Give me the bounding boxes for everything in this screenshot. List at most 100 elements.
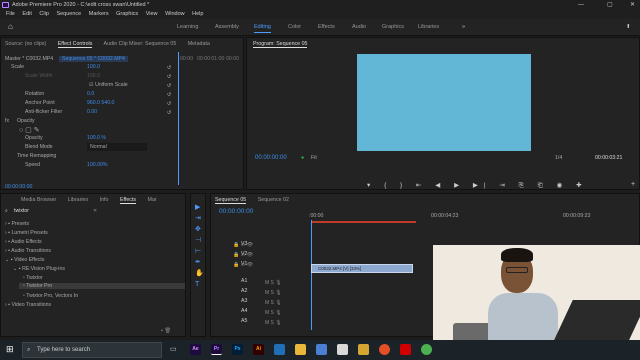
ec-playhead[interactable] [178, 52, 179, 185]
ec-timecode[interactable]: 00:00:00:00 [5, 184, 32, 190]
param-rotation-value[interactable]: 0.0 [87, 91, 94, 97]
new-bin-icon[interactable]: ▪ 🗑 [161, 328, 171, 334]
tab-effects[interactable]: Effects [119, 197, 137, 204]
effects-tree-item[interactable]: › ▪ Audio Effects [5, 239, 42, 245]
tab-media-browser[interactable]: Media Browser [21, 197, 56, 203]
presenter-hair [501, 248, 533, 262]
tab-source[interactable]: Source: (no clips) [5, 41, 46, 47]
tool-icons[interactable]: ▶ ⇥ ✥ ⊣ ⊢ ✒ ✋ T [195, 202, 204, 290]
tab-audio-clip-mixer[interactable]: Audio Clip Mixer: Sequence 05 [104, 41, 177, 47]
tab-sequence-02[interactable]: Sequence 02 [258, 197, 289, 203]
workspace-color[interactable]: Color [288, 24, 301, 30]
sequence-clip-label[interactable]: Sequence 05 * C0032.MP4 [59, 56, 128, 62]
audio-track-controls[interactable]: M S 🎙 M S 🎙 M S 🎙 M S 🎙 M S 🎙 [265, 278, 282, 328]
timeline-playhead[interactable] [311, 220, 312, 330]
workspace-audio[interactable]: Audio [352, 24, 366, 30]
effects-tree-item[interactable]: › ▪ Presets [5, 221, 29, 227]
task-view-icon[interactable]: ▭ [170, 345, 177, 353]
folder-icon[interactable] [358, 344, 369, 355]
menu-edit[interactable]: Edit [22, 11, 31, 17]
timeline-ruler-end: 00:00:09:23 [563, 213, 591, 219]
workspace-assembly[interactable]: Assembly [215, 24, 239, 30]
explorer-icon[interactable] [295, 344, 306, 355]
edge-icon[interactable] [274, 344, 285, 355]
tab-effect-controls[interactable]: Effect Controls [57, 41, 93, 48]
menu-markers[interactable]: Markers [89, 11, 109, 17]
workspace-learning[interactable]: Learning [177, 24, 198, 30]
tab-metadata[interactable]: Metadata [188, 41, 210, 47]
effects-tree-item[interactable]: ⌄ ▪ Video Effects [5, 257, 44, 263]
uniform-scale-checkbox[interactable]: ☑ Uniform Scale [89, 82, 128, 88]
menu-view[interactable]: View [146, 11, 158, 17]
tab-libraries[interactable]: Libraries [68, 197, 88, 203]
track-v1-label: V1 [241, 261, 248, 267]
tab-info[interactable]: Info [100, 197, 109, 203]
time-remapping-section[interactable]: Time Remapping [17, 153, 56, 159]
transport-controls[interactable]: ▾ { } ⇤ ◀ ▶ ▶| ⇥ ⎘ ⎗ ◉ ✚ [367, 181, 588, 190]
windows-start-icon[interactable]: ⊞ [6, 344, 14, 355]
photoshop-icon[interactable]: Ps [232, 344, 243, 355]
premiere-icon[interactable]: Pr [211, 344, 222, 355]
master-clip-label[interactable]: Master * C0032.MP4 [5, 56, 53, 62]
presenter-video-overlay [433, 245, 640, 340]
effects-tree-item[interactable]: › ▪ Audio Transitions [5, 248, 51, 254]
resolution-select[interactable]: 1/4 [555, 155, 562, 161]
effect-controls-panel: Source: (no clips) Effect Controls Audio… [0, 37, 244, 190]
menu-file[interactable]: File [6, 11, 15, 17]
menu-help[interactable]: Help [192, 11, 203, 17]
reset-icons[interactable]: ↺ ↺ ↺ ↺ ↺ ↺ [167, 64, 171, 118]
workspace-libraries[interactable]: Libraries [418, 24, 439, 30]
tree-label: Audio Effects [11, 239, 42, 245]
workspace-effects[interactable]: Effects [318, 24, 335, 30]
video-clip[interactable]: C0032.MP4 [V] [33%] [311, 264, 413, 273]
close-icon[interactable]: ✕ [630, 0, 635, 10]
menu-clip[interactable]: Clip [39, 11, 48, 17]
fit-select[interactable]: Fit [311, 155, 317, 161]
netflix-icon[interactable] [400, 344, 411, 355]
firefox-icon[interactable] [379, 344, 390, 355]
illustrator-icon[interactable]: Ai [253, 344, 264, 355]
tab-sequence-05[interactable]: Sequence 05 [215, 197, 247, 204]
speed-value[interactable]: 100.00% [87, 162, 107, 168]
menu-window[interactable]: Window [165, 11, 185, 17]
param-scale-value[interactable]: 100.0 [87, 64, 100, 70]
effects-tree-item[interactable]: › ▪ Video Transitions [5, 302, 51, 308]
clear-search-icon[interactable]: ✕ [93, 208, 97, 214]
param-rotation: Rotation [25, 91, 45, 97]
store-icon[interactable] [316, 344, 327, 355]
tree-label: RE:Vision Plug-ins [22, 266, 65, 272]
share-icon[interactable]: ⬆ [626, 24, 631, 30]
mask-tools-icon[interactable]: ○ ▢ ✎ [19, 126, 40, 134]
ruler-mid: 00:00:01:00 [197, 56, 225, 62]
app-icon[interactable] [337, 344, 348, 355]
taskbar-search-input[interactable]: ⌕ Type here to search [22, 342, 162, 358]
opacity-value[interactable]: 100.0 % [87, 135, 106, 141]
chrome-icon[interactable] [421, 344, 432, 355]
blend-mode-select[interactable]: Normal [87, 143, 147, 151]
opacity-section[interactable]: Opacity [17, 118, 35, 124]
add-button-icon[interactable]: + [631, 181, 635, 188]
timeline-timecode[interactable]: 00:00:00:00 [219, 208, 253, 215]
more-workspaces-icon[interactable]: » [462, 24, 465, 30]
param-antiflicker-value[interactable]: 0.00 [87, 109, 97, 115]
effects-tree-item-selected[interactable]: ▫ Twixtor Pro [19, 283, 185, 289]
effects-tree-item[interactable]: ⌄ ▪ RE:Vision Plug-ins [13, 266, 65, 272]
effects-search-input[interactable]: twixtor [14, 208, 92, 214]
program-title[interactable]: Program: Sequence 05 [253, 41, 308, 48]
tab-markers[interactable]: Mar [148, 197, 157, 203]
minimize-icon[interactable]: — [578, 0, 584, 10]
maximize-icon[interactable]: ▢ [607, 0, 613, 10]
green-dot-icon: ● [301, 155, 305, 161]
param-anchor-value[interactable]: 960.0 540.0 [87, 100, 114, 106]
menu-graphics[interactable]: Graphics [116, 11, 138, 17]
workspace-editing[interactable]: Editing [254, 24, 271, 33]
program-timecode[interactable]: 00:00:00:00 [255, 155, 287, 161]
home-icon[interactable]: ⌂ [8, 22, 13, 31]
after-effects-icon[interactable]: Ae [190, 344, 201, 355]
effects-tree-item[interactable]: › ▪ Lumetri Presets [5, 230, 48, 236]
menu-sequence[interactable]: Sequence [56, 11, 81, 17]
workspace-graphics[interactable]: Graphics [382, 24, 404, 30]
effects-tree-item[interactable]: ▫ Twixtor Pro, Vectors In [23, 293, 78, 299]
effects-tree-item[interactable]: ▫ Twixtor [23, 275, 43, 281]
tree-label: Presets [11, 221, 30, 227]
